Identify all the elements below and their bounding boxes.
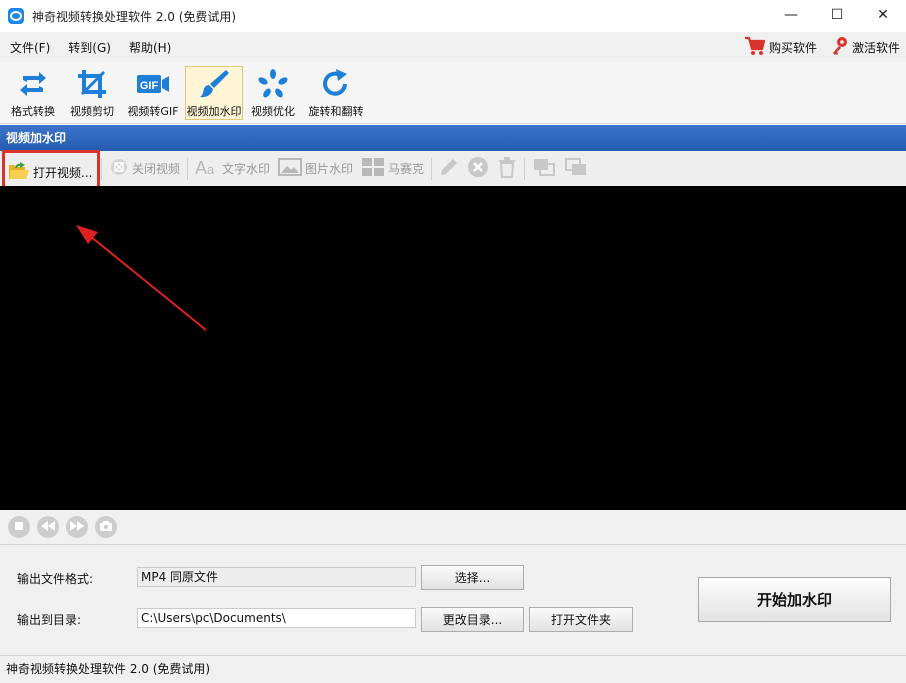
- watermark-toolbar: 打开视频... 关闭视频 A a 文字水印 图片水印 马赛克: [0, 149, 906, 196]
- title-bar: 神奇视频转换处理软件 2.0 (免费试用) — ☐ ✕: [0, 0, 906, 32]
- text-icon: A a: [195, 157, 219, 180]
- open-folder-button[interactable]: 打开文件夹: [529, 607, 633, 632]
- buy-software-link[interactable]: 购买软件: [744, 36, 817, 59]
- app-icon: [8, 8, 24, 24]
- open-video-label: 打开视频...: [33, 166, 93, 180]
- stop-icon: [14, 520, 24, 534]
- toolbar-separator: [187, 157, 189, 180]
- layer-front-icon: [532, 157, 556, 180]
- toolbar-video-optimize[interactable]: 视频优化: [244, 66, 302, 120]
- bring-to-front-button[interactable]: [528, 155, 560, 183]
- section-title: 视频加水印: [0, 125, 906, 151]
- fast-forward-button[interactable]: [66, 516, 88, 538]
- gif-icon: GIF: [136, 67, 170, 101]
- crop-icon: [75, 67, 109, 101]
- toolbar-label: 视频转GIF: [127, 105, 179, 118]
- rewind-icon: [41, 520, 55, 534]
- maximize-button[interactable]: ☐: [814, 0, 860, 30]
- delete-watermark-button[interactable]: [463, 155, 493, 183]
- close-video-label: 关闭视频: [132, 162, 181, 176]
- video-preview[interactable]: [0, 186, 906, 510]
- close-button[interactable]: ✕: [860, 0, 906, 30]
- window-title: 神奇视频转换处理软件 2.0 (免费试用): [32, 9, 237, 24]
- menu-file[interactable]: 文件(F): [2, 39, 58, 56]
- output-dir-input[interactable]: C:\Users\pc\Documents\: [137, 608, 416, 628]
- send-to-back-button[interactable]: [560, 155, 592, 183]
- window-controls: — ☐ ✕: [768, 0, 906, 32]
- menu-help[interactable]: 帮助(H): [121, 39, 179, 56]
- key-icon: [831, 36, 849, 59]
- layer-back-icon: [564, 157, 588, 180]
- toolbar-label: 视频优化: [251, 105, 295, 118]
- main-toolbar: 格式转换 视频剪切 GIF 视频转GIF 视频加水印 视频优化 旋转和翻转: [0, 62, 906, 124]
- toolbar-video-watermark[interactable]: 视频加水印: [185, 66, 243, 120]
- brush-icon: [197, 67, 231, 101]
- status-bar: 神奇视频转换处理软件 2.0 (免费试用): [0, 655, 906, 683]
- rotate-icon: [319, 67, 353, 101]
- activate-software-label: 激活软件: [851, 40, 900, 55]
- output-format-field: MP4 同原文件: [137, 567, 416, 587]
- mosaic-label: 马赛克: [388, 162, 425, 176]
- toolbar-format-convert[interactable]: 格式转换: [4, 66, 62, 120]
- toolbar-label: 视频剪切: [70, 105, 114, 118]
- stop-button[interactable]: [8, 516, 30, 538]
- camera-icon: [99, 520, 113, 535]
- change-dir-button[interactable]: 更改目录...: [421, 607, 524, 632]
- x-circle-icon: [467, 156, 489, 181]
- snapshot-button[interactable]: [95, 516, 117, 538]
- menu-goto[interactable]: 转到(G): [60, 39, 119, 56]
- output-dir-label: 输出到目录:: [17, 613, 82, 627]
- toolbar-separator: [524, 157, 526, 180]
- mosaic-button[interactable]: 马赛克: [357, 155, 428, 183]
- format-convert-icon: [16, 67, 50, 101]
- folder-open-icon: [8, 161, 30, 184]
- rewind-button[interactable]: [37, 516, 59, 538]
- text-watermark-button[interactable]: A a 文字水印: [191, 155, 274, 183]
- output-format-label: 输出文件格式:: [17, 572, 94, 586]
- edit-watermark-button[interactable]: [435, 155, 463, 183]
- svg-text:GIF: GIF: [140, 80, 159, 92]
- menu-bar: 文件(F) 转到(G) 帮助(H) 购买软件 激活软件: [0, 32, 906, 62]
- output-settings-panel: 输出文件格式: MP4 同原文件 选择... 输出到目录: C:\Users\p…: [0, 544, 906, 655]
- svg-text:a: a: [207, 162, 215, 177]
- mosaic-icon: [361, 157, 385, 180]
- image-icon: [278, 157, 303, 180]
- fast-forward-icon: [70, 520, 84, 534]
- image-watermark-label: 图片水印: [305, 162, 354, 176]
- toolbar-label: 视频加水印: [186, 105, 242, 118]
- toolbar-video-to-gif[interactable]: GIF 视频转GIF: [122, 66, 184, 120]
- toolbar-rotate-flip[interactable]: 旋转和翻转: [303, 66, 369, 120]
- pencil-icon: [439, 157, 459, 180]
- trash-icon: [497, 156, 517, 181]
- toolbar-separator: [101, 157, 102, 180]
- menu-right: 购买软件 激活软件: [744, 32, 900, 62]
- minimize-button[interactable]: —: [768, 0, 814, 30]
- cart-icon: [744, 36, 766, 59]
- playback-bar: [0, 510, 906, 544]
- toolbar-label: 格式转换: [11, 105, 55, 118]
- clear-watermarks-button[interactable]: [493, 155, 521, 183]
- optimize-icon: [256, 67, 290, 101]
- close-video-icon: [109, 157, 129, 180]
- start-watermark-button[interactable]: 开始加水印: [698, 577, 891, 622]
- toolbar-video-crop[interactable]: 视频剪切: [63, 66, 121, 120]
- buy-software-label: 购买软件: [768, 40, 817, 55]
- toolbar-separator: [431, 157, 433, 180]
- text-watermark-label: 文字水印: [222, 162, 271, 176]
- svg-text:A: A: [195, 158, 207, 177]
- activate-software-link[interactable]: 激活软件: [831, 36, 900, 59]
- toolbar-label: 旋转和翻转: [308, 105, 364, 118]
- select-format-button[interactable]: 选择...: [421, 565, 524, 590]
- image-watermark-button[interactable]: 图片水印: [274, 155, 357, 183]
- close-video-button[interactable]: 关闭视频: [105, 155, 184, 183]
